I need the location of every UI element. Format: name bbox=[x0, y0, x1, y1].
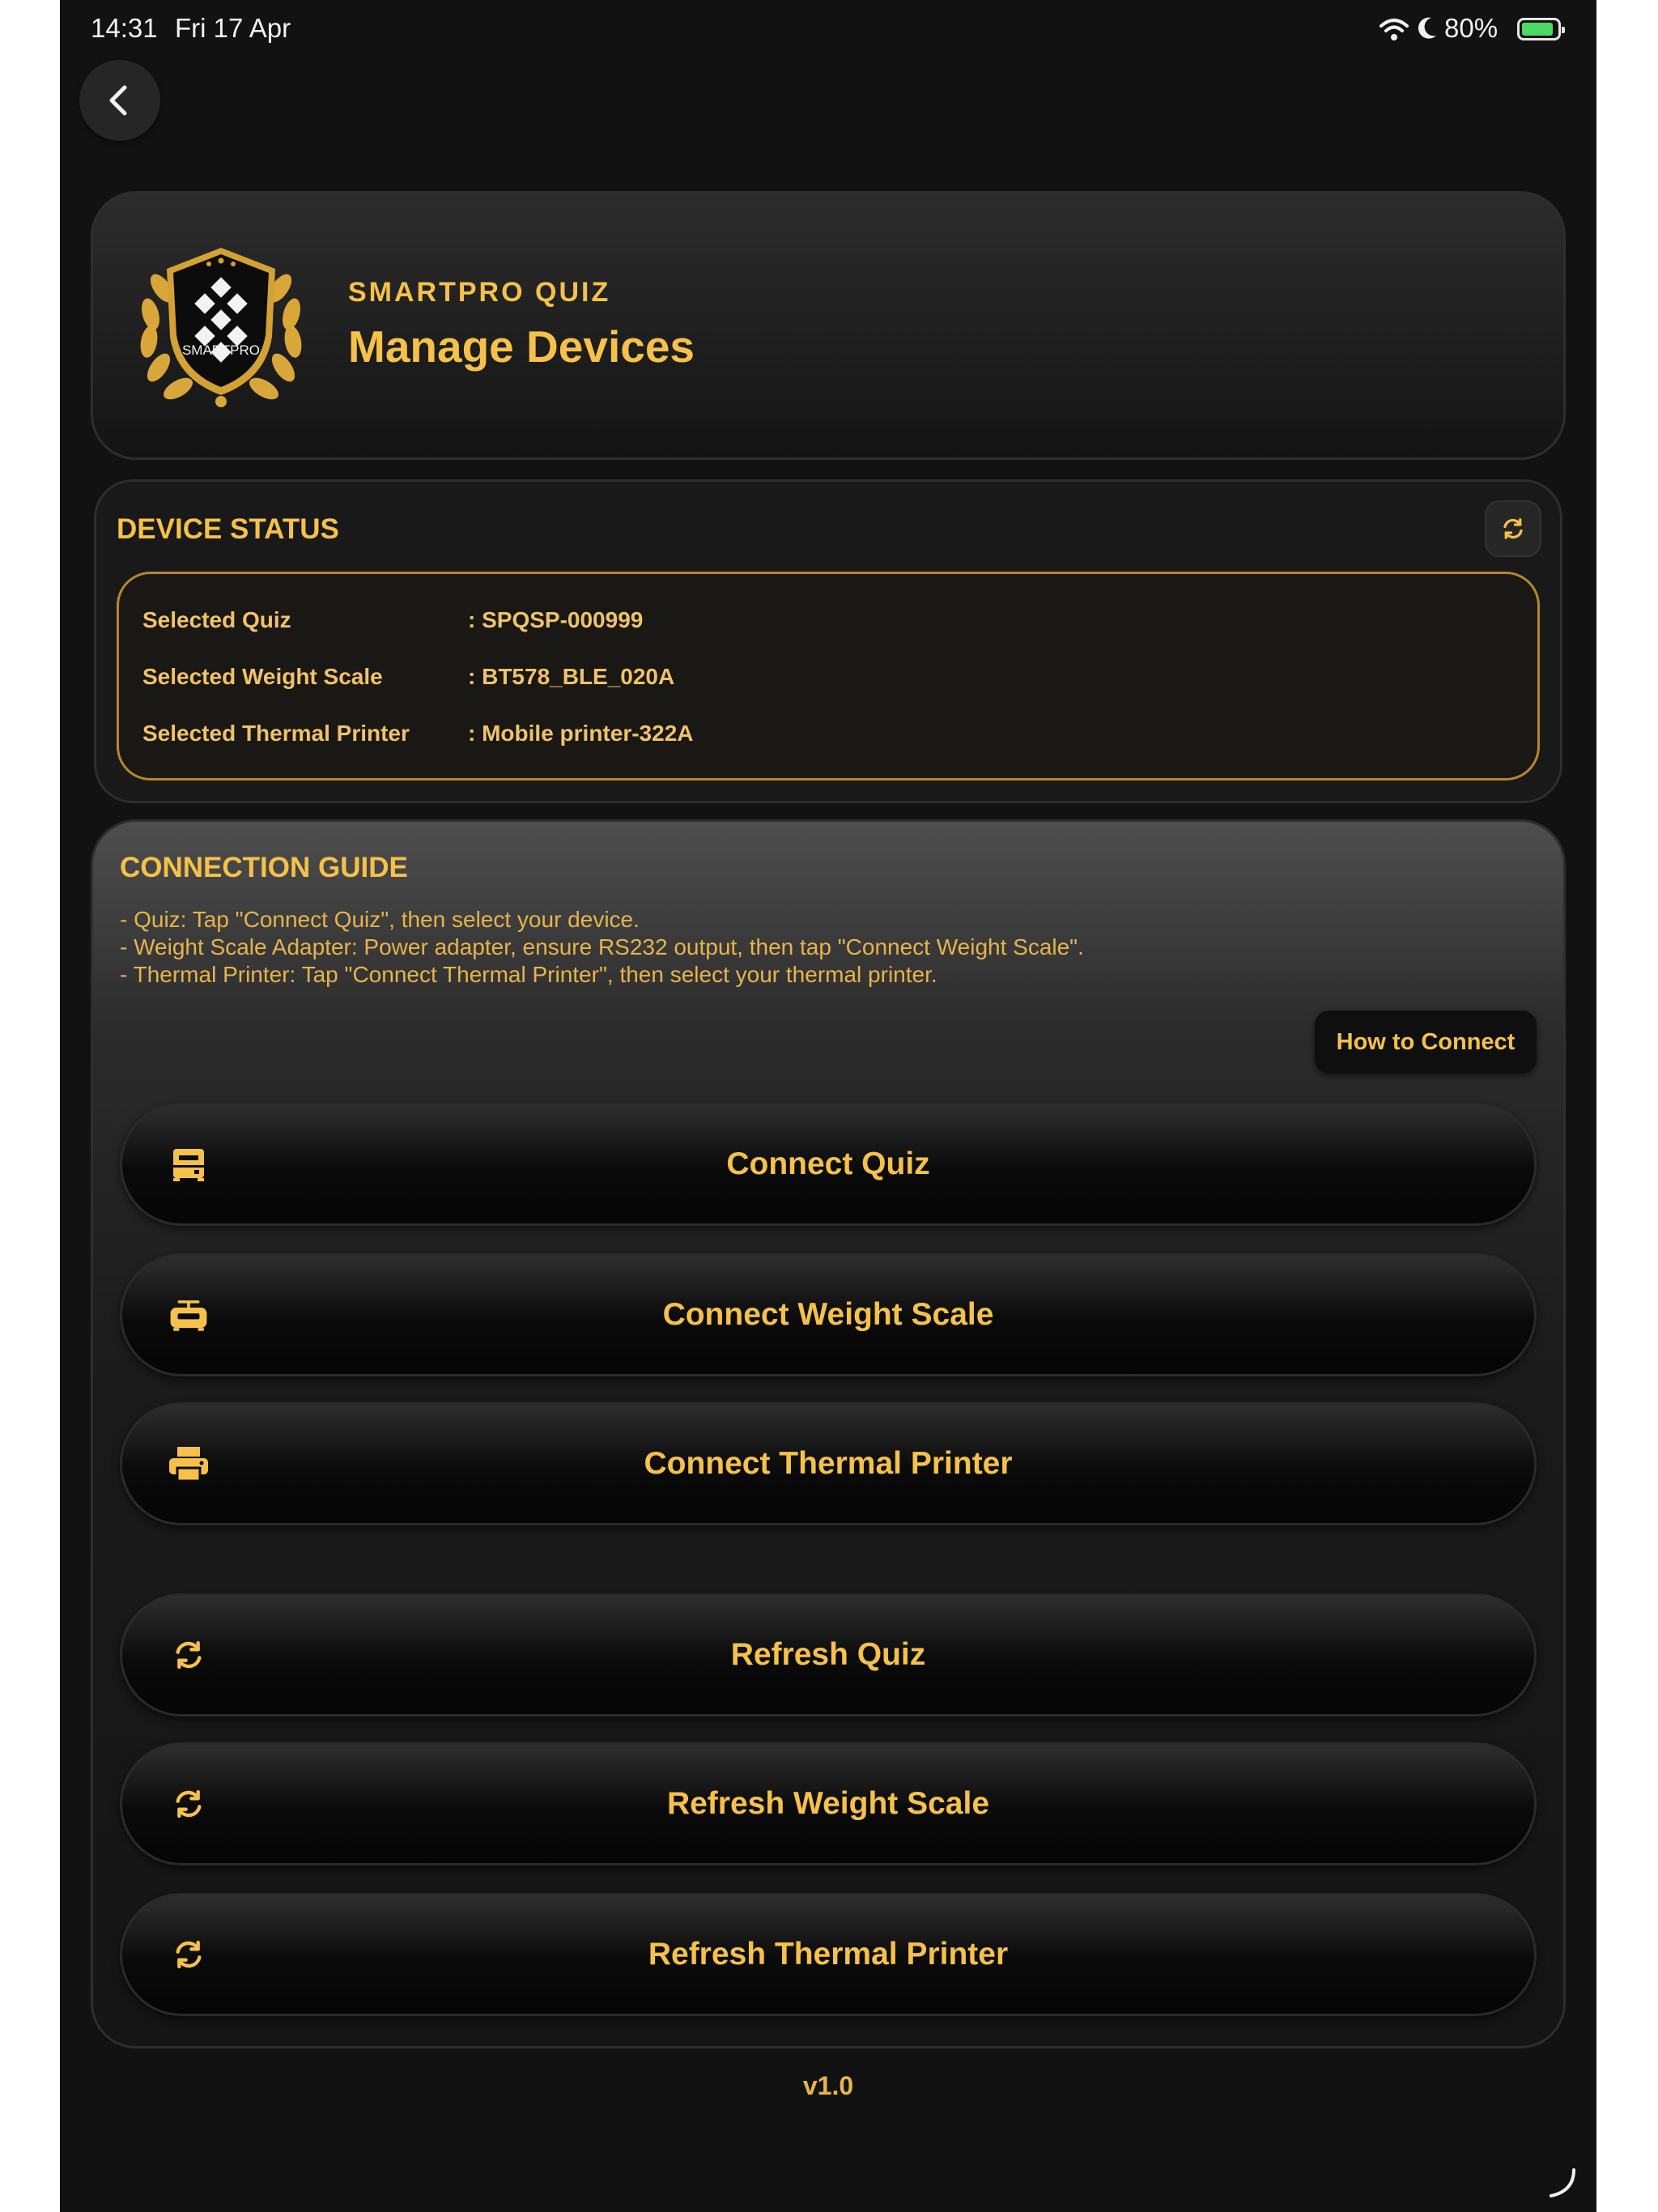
value-selected-quiz: : SPQSP-000999 bbox=[468, 607, 644, 632]
connect-thermal-printer-label: Connect Thermal Printer bbox=[644, 1446, 1013, 1481]
label-selected-quiz: Selected Quiz bbox=[142, 607, 291, 632]
label-selected-weight-scale: Selected Weight Scale bbox=[142, 664, 383, 689]
battery-icon bbox=[1517, 18, 1565, 40]
connect-quiz-button[interactable]: Connect Quiz bbox=[120, 1103, 1537, 1226]
refresh-thermal-printer-button[interactable]: Refresh Thermal Printer bbox=[120, 1893, 1537, 2016]
connect-weight-scale-button[interactable]: Connect Weight Scale bbox=[120, 1253, 1537, 1376]
brand-subtitle: SMARTPRO QUIZ bbox=[348, 277, 611, 308]
refresh-weight-scale-button[interactable]: Refresh Weight Scale bbox=[120, 1742, 1537, 1865]
label-selected-thermal-printer: Selected Thermal Printer bbox=[142, 721, 410, 746]
device-status-title: DEVICE STATUS bbox=[117, 513, 339, 545]
wifi-icon bbox=[1380, 19, 1409, 40]
connect-thermal-printer-button[interactable]: Connect Thermal Printer bbox=[120, 1402, 1537, 1525]
status-date: Fri 17 Apr bbox=[175, 13, 291, 43]
app-screen: 14:31 Fri 17 Apr 80% SMARTPRO SMARTPRO Q… bbox=[60, 0, 1596, 2212]
logo-text: SMARTPRO bbox=[182, 342, 260, 358]
refresh-status-button[interactable] bbox=[1485, 500, 1541, 557]
status-time: 14:31 bbox=[91, 13, 158, 43]
value-selected-thermal-printer: : Mobile printer-322A bbox=[468, 721, 694, 746]
chevron-left-icon bbox=[109, 85, 127, 116]
app-version: v1.0 bbox=[802, 2071, 854, 2100]
page-title: Manage Devices bbox=[348, 321, 695, 372]
how-to-connect-button[interactable]: How to Connect bbox=[1315, 1010, 1537, 1074]
moon-icon bbox=[1418, 17, 1436, 39]
refresh-quiz-button[interactable]: Refresh Quiz bbox=[120, 1593, 1537, 1716]
guide-line-thermal-printer: - Thermal Printer: Tap "Connect Thermal … bbox=[120, 962, 937, 987]
guide-line-weight-scale: - Weight Scale Adapter: Power adapter, e… bbox=[120, 934, 1084, 959]
resize-handle-icon[interactable] bbox=[1546, 2167, 1579, 2199]
connect-quiz-label: Connect Quiz bbox=[726, 1146, 930, 1181]
connection-guide-title: CONNECTION GUIDE bbox=[120, 852, 408, 883]
refresh-quiz-label: Refresh Quiz bbox=[730, 1637, 926, 1672]
value-selected-weight-scale: : BT578_BLE_020A bbox=[468, 664, 675, 689]
smartpro-logo: SMARTPRO bbox=[140, 248, 302, 407]
back-button[interactable] bbox=[79, 60, 160, 141]
connect-weight-scale-label: Connect Weight Scale bbox=[662, 1297, 994, 1332]
guide-line-quiz: - Quiz: Tap "Connect Quiz", then select … bbox=[120, 907, 640, 932]
refresh-thermal-printer-label: Refresh Thermal Printer bbox=[648, 1937, 1009, 1972]
battery-percent: 80% bbox=[1444, 13, 1499, 43]
refresh-icon bbox=[1503, 518, 1523, 539]
refresh-weight-scale-label: Refresh Weight Scale bbox=[666, 1786, 990, 1821]
